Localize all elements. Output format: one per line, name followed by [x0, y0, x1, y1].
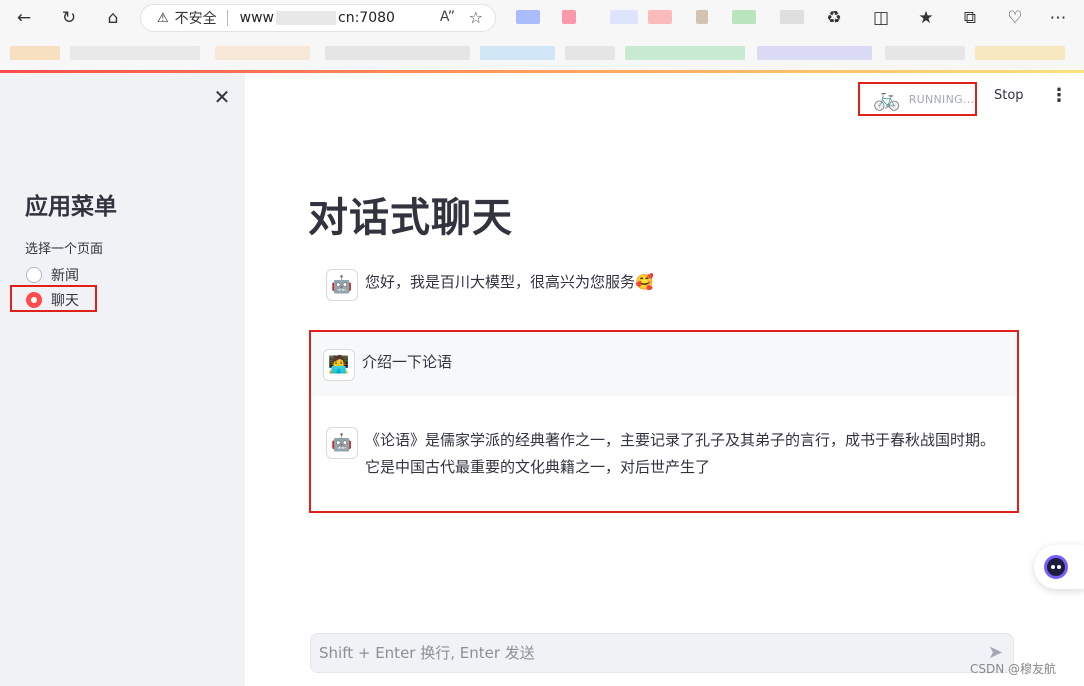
assistant-float-button[interactable] [1034, 545, 1084, 589]
main-menu-icon[interactable]: ⋮ [1050, 85, 1068, 106]
extension-icon[interactable] [516, 10, 540, 24]
address-divider [226, 10, 228, 26]
security-label: 不安全 [174, 11, 217, 27]
favorites-icon[interactable]: ★ [914, 6, 938, 30]
warning-icon: ⚠ [157, 10, 169, 26]
extension-icon[interactable] [780, 10, 804, 24]
bookmark-item[interactable] [10, 46, 60, 60]
bookmark-item[interactable] [70, 46, 200, 60]
split-screen-icon[interactable]: ◫ [869, 6, 893, 30]
browser-toolbar: ← ↻ ⌂ ⚠ 不安全 www cn:7080 A” ☆ ♻ ◫ ★ ⧉ ♡ ⋯ [0, 0, 1084, 36]
sidebar: ✕ 应用菜单 选择一个页面 新闻 聊天 [0, 73, 245, 686]
browser-health-icon[interactable]: ♡ [1003, 6, 1027, 30]
annotation-box [10, 285, 97, 312]
back-icon[interactable]: ← [12, 6, 36, 30]
bot-face-icon [1044, 555, 1068, 579]
home-icon[interactable]: ⌂ [101, 6, 125, 30]
radio-option-label: 新闻 [51, 268, 79, 284]
chat-message-assistant: 🤖 您好，我是百川大模型，很高兴为您服务🥰 [326, 269, 1016, 301]
bookmarks-bar [0, 36, 1084, 70]
extension-icon[interactable] [732, 10, 756, 24]
stop-button[interactable]: Stop [994, 88, 1024, 103]
bookmark-item[interactable] [885, 46, 965, 60]
extension-icon[interactable] [696, 10, 708, 24]
robot-avatar-icon: 🤖 [326, 269, 358, 301]
url-redacted [276, 11, 337, 25]
bookmark-item[interactable] [565, 46, 615, 60]
collections-icon[interactable]: ⧉ [958, 6, 982, 30]
chat-input-box[interactable]: ➤ [310, 633, 1014, 673]
extension-icon[interactable] [562, 10, 576, 24]
reload-icon[interactable]: ↻ [57, 6, 81, 30]
extension-icon[interactable] [648, 10, 672, 24]
extension-icon[interactable] [610, 10, 638, 24]
watermark: CSDN @穆友航 [970, 662, 1057, 676]
radio-option-news[interactable]: 新闻 [26, 265, 79, 285]
bookmark-item[interactable] [480, 46, 555, 60]
bookmark-item[interactable] [215, 46, 310, 60]
bookmark-item[interactable] [625, 46, 745, 60]
sidebar-title: 应用菜单 [25, 194, 117, 220]
close-sidebar-icon[interactable]: ✕ [212, 87, 232, 107]
page-title: 对话式聊天 [308, 195, 513, 241]
more-menu-icon[interactable]: ⋯ [1046, 6, 1070, 30]
page-select-label: 选择一个页面 [25, 242, 104, 257]
message-text: 您好，我是百川大模型，很高兴为您服务🥰 [365, 273, 654, 291]
address-bar[interactable]: ⚠ 不安全 www cn:7080 A” ☆ [140, 4, 496, 32]
bookmark-item[interactable] [325, 46, 470, 60]
annotation-box [858, 82, 977, 116]
radio-unchecked-icon[interactable] [26, 267, 42, 283]
main-content: 🚲 RUNNING... Stop ⋮ 对话式聊天 🤖 您好，我是百川大模型，很… [245, 73, 1084, 686]
annotation-box [309, 330, 1019, 513]
extensions-puzzle-icon[interactable]: ♻ [822, 6, 846, 30]
bookmark-item[interactable] [975, 46, 1065, 60]
read-aloud-icon[interactable]: A” [440, 9, 455, 25]
bookmark-item[interactable] [757, 46, 872, 60]
chat-input[interactable] [319, 644, 959, 662]
url-prefix: www [239, 10, 275, 26]
favorite-star-icon[interactable]: ☆ [469, 8, 483, 27]
url-suffix: cn:7080 [338, 10, 395, 26]
